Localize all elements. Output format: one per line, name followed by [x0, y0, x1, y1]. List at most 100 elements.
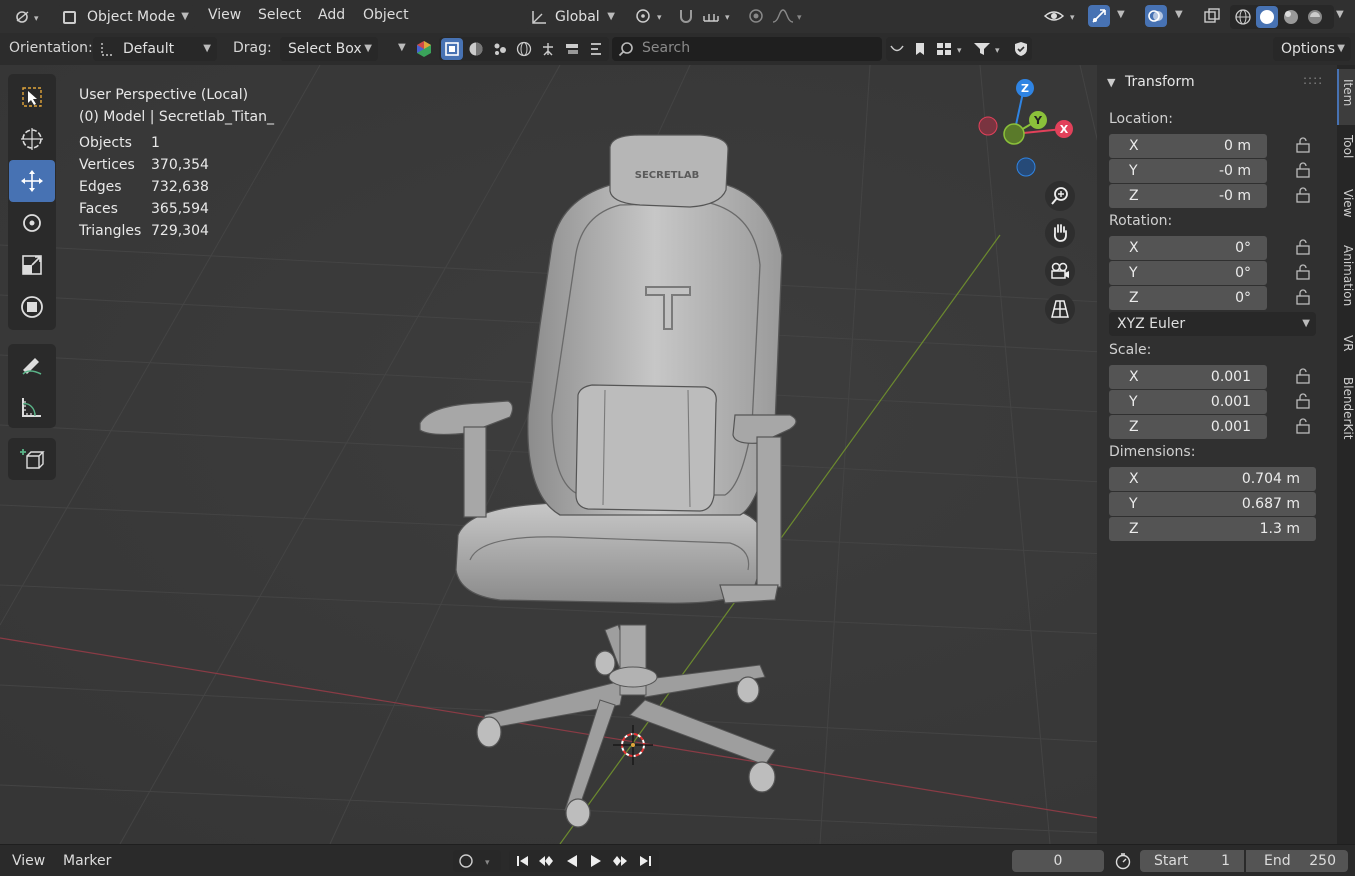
scale-z-field[interactable]: Z 0.001 — [1109, 415, 1267, 439]
unlock-icon[interactable] — [1295, 239, 1313, 255]
prev-keyframe-button[interactable] — [535, 850, 557, 872]
chevron-down-icon[interactable]: ▼ — [1117, 9, 1125, 20]
autokey-button[interactable]: ▾ — [453, 850, 501, 872]
cursor-tool[interactable] — [9, 118, 55, 160]
color-wheel-button[interactable] — [413, 38, 435, 60]
dimensions-z-field[interactable]: Z 1.3 m — [1109, 517, 1316, 541]
perspective-toggle-button[interactable] — [1045, 294, 1075, 324]
world-filter-button[interactable] — [513, 38, 535, 60]
snap-target-button[interactable]: ▾ — [700, 5, 736, 27]
overlays-toggle[interactable] — [1145, 5, 1167, 27]
scale-x-field[interactable]: X 0.001 — [1109, 365, 1267, 389]
curve-filter-button[interactable] — [886, 38, 908, 60]
annotate-tool[interactable] — [9, 344, 55, 386]
add-cube-tool[interactable] — [9, 438, 55, 480]
menu-select[interactable]: Select — [258, 7, 301, 23]
tab-view[interactable]: View — [1339, 189, 1355, 217]
tab-item[interactable]: Item — [1339, 79, 1355, 106]
pan-button[interactable] — [1045, 218, 1075, 248]
chevron-down-icon[interactable]: ▼ — [1107, 76, 1115, 89]
falloff-button[interactable]: ▾ — [770, 5, 808, 27]
transform-orientation-dropdown[interactable]: Global ▼ — [525, 5, 621, 29]
chevron-down-icon[interactable]: ▼ — [1175, 9, 1183, 20]
measure-tool[interactable] — [9, 386, 55, 428]
shield-button[interactable] — [1010, 38, 1032, 60]
tab-blenderkit[interactable]: BlenderKit — [1339, 377, 1355, 439]
chevron-down-icon[interactable]: ▼ — [1336, 9, 1344, 20]
play-reverse-button[interactable] — [561, 850, 583, 872]
location-y-field[interactable]: Y -0 m — [1109, 159, 1267, 183]
drag-handle-icon[interactable]: :::: — [1303, 73, 1323, 87]
current-frame-field[interactable]: 0 — [1012, 850, 1104, 872]
material-shading-button[interactable] — [1280, 6, 1302, 28]
bookmark-button[interactable] — [909, 38, 931, 60]
unlock-icon[interactable] — [1295, 418, 1313, 434]
options-dropdown[interactable]: Options ▼ — [1273, 37, 1351, 61]
location-x-field[interactable]: X 0 m — [1109, 134, 1267, 158]
rig-filter-button[interactable] — [537, 38, 559, 60]
menu-object[interactable]: Object — [363, 7, 409, 23]
start-frame-field[interactable]: Start 1 — [1140, 850, 1244, 872]
rendered-shading-button[interactable] — [1304, 6, 1326, 28]
filter-button[interactable]: ▾ — [972, 38, 1008, 60]
menu-add[interactable]: Add — [318, 7, 345, 23]
chevron-down-icon[interactable]: ▼ — [398, 42, 406, 53]
jump-end-button[interactable] — [635, 850, 657, 872]
camera-view-button[interactable] — [1045, 256, 1075, 286]
orientation-dropdown[interactable]: Default ▼ — [93, 37, 217, 61]
location-z-field[interactable]: Z -0 m — [1109, 184, 1267, 208]
unlock-icon[interactable] — [1295, 264, 1313, 280]
use-preview-range-toggle[interactable] — [1112, 850, 1134, 872]
unlock-icon[interactable] — [1295, 187, 1313, 203]
display-mode-button[interactable]: ▾ — [934, 38, 970, 60]
shading-filter-button[interactable] — [465, 38, 487, 60]
timeline-marker-menu[interactable]: Marker — [63, 853, 111, 869]
transform-panel-title[interactable]: Transform — [1125, 74, 1195, 90]
wireframe-shading-button[interactable] — [1232, 6, 1254, 28]
tab-animation[interactable]: Animation — [1339, 245, 1355, 306]
rotation-mode-dropdown[interactable]: XYZ Euler ▼ — [1109, 312, 1316, 336]
tab-tool[interactable]: Tool — [1339, 135, 1355, 158]
mode-dropdown[interactable]: Object Mode ▼ — [57, 5, 195, 29]
scale-y-field[interactable]: Y 0.001 — [1109, 390, 1267, 414]
rotate-tool[interactable] — [9, 202, 55, 244]
unlock-icon[interactable] — [1295, 162, 1313, 178]
scale-tool[interactable] — [9, 244, 55, 286]
unlock-icon[interactable] — [1295, 137, 1313, 153]
dimensions-x-field[interactable]: X 0.704 m — [1109, 467, 1316, 491]
snap-toggle[interactable] — [675, 5, 697, 27]
select-box-tool[interactable] — [9, 76, 55, 118]
timeline-view-menu[interactable]: View — [12, 853, 45, 869]
search-box[interactable]: Search — [612, 37, 882, 61]
visibility-button[interactable]: ▾ — [1042, 5, 1082, 27]
navigation-gizmo[interactable]: Y Z X — [970, 73, 1080, 183]
tab-vr[interactable]: VR — [1339, 335, 1355, 352]
editor-type-button[interactable]: ▾ — [12, 6, 46, 28]
rotation-y-field[interactable]: Y 0° — [1109, 261, 1267, 285]
pivot-point-button[interactable]: ▾ — [632, 5, 668, 27]
unlock-icon[interactable] — [1295, 289, 1313, 305]
transform-tool[interactable] — [9, 286, 55, 328]
unlock-icon[interactable] — [1295, 393, 1313, 409]
xray-toggle[interactable] — [1201, 5, 1223, 27]
constraint-filter-button[interactable] — [585, 38, 607, 60]
solid-shading-button[interactable] — [1256, 6, 1278, 28]
move-tool[interactable] — [9, 160, 55, 202]
modifier-filter-button[interactable] — [561, 38, 583, 60]
zoom-button[interactable] — [1045, 181, 1075, 211]
next-keyframe-button[interactable] — [609, 850, 631, 872]
neg-z-axis-handle[interactable] — [1016, 157, 1036, 177]
end-frame-field[interactable]: End 250 — [1246, 850, 1348, 872]
menu-view[interactable]: View — [208, 7, 241, 23]
jump-start-button[interactable] — [511, 850, 533, 872]
select-all-button[interactable] — [441, 38, 463, 60]
particles-filter-button[interactable] — [489, 38, 511, 60]
proportional-edit-toggle[interactable] — [745, 5, 767, 27]
play-button[interactable] — [585, 850, 607, 872]
drag-dropdown[interactable]: Select Box ▼ — [280, 37, 378, 61]
rotation-x-field[interactable]: X 0° — [1109, 236, 1267, 260]
rotation-z-field[interactable]: Z 0° — [1109, 286, 1267, 310]
gizmo-toggle[interactable] — [1088, 5, 1110, 27]
neg-y-axis-handle[interactable] — [1003, 123, 1025, 145]
neg-x-axis-handle[interactable] — [978, 116, 998, 136]
